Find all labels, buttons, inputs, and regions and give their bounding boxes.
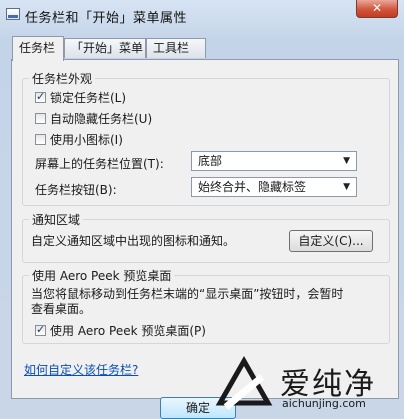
properties-window: 任务栏和「开始」菜单属性 ✕ 任务栏 「开始」菜单 工具栏 任务栏外观 锁定任务…: [0, 0, 404, 419]
lock-taskbar-label: 锁定任务栏(L): [50, 91, 127, 105]
watermark-logo-icon: [215, 355, 273, 410]
window-title: 任务栏和「开始」菜单属性: [25, 11, 188, 26]
watermark-url: aichunjing.com: [282, 397, 366, 410]
site-watermark: 爱纯净 aichunjing.com: [214, 355, 404, 413]
appearance-group: 任务栏外观 锁定任务栏(L) 自动隐藏任务栏(U) 使用小图标(I) 屏幕上的任…: [22, 70, 390, 206]
aero-peek-description-line2: 查看桌面。: [31, 302, 92, 316]
appearance-group-title: 任务栏外观: [29, 70, 96, 87]
buttons-dropdown[interactable]: 始终合并、隐藏标签 ▼: [191, 177, 357, 197]
title-bar[interactable]: 任务栏和「开始」菜单属性 ✕: [0, 0, 404, 30]
taskbar-icon: [6, 8, 20, 20]
small-icons-label: 使用小图标(I): [50, 133, 123, 147]
position-dropdown[interactable]: 底部 ▼: [191, 151, 357, 171]
notification-group: 通知区域 自定义通知区域中出现的图标和通知。 自定义(C)...: [22, 211, 390, 263]
small-icons-checkbox[interactable]: [35, 134, 46, 145]
tab-toolbars[interactable]: 工具栏: [146, 38, 206, 58]
dropdown-arrow-icon: ▼: [343, 156, 350, 166]
dropdown-arrow-icon: ▼: [343, 182, 350, 192]
small-icons-option[interactable]: 使用小图标(I): [35, 131, 123, 148]
customize-button[interactable]: 自定义(C)...: [289, 230, 373, 252]
autohide-checkbox[interactable]: [35, 113, 46, 124]
help-link[interactable]: 如何自定义该任务栏?: [24, 361, 138, 378]
aero-peek-group-title: 使用 Aero Peek 预览桌面: [29, 267, 175, 284]
buttons-value: 始终合并、隐藏标签: [198, 180, 307, 194]
notification-text: 自定义通知区域中出现的图标和通知。: [31, 234, 236, 248]
position-label: 屏幕上的任务栏位置(T):: [35, 157, 164, 171]
tab-start-menu[interactable]: 「开始」菜单: [64, 38, 146, 58]
aero-peek-label: 使用 Aero Peek 预览桌面(P): [50, 324, 206, 338]
aero-peek-option[interactable]: 使用 Aero Peek 预览桌面(P): [35, 322, 206, 339]
close-icon: ✕: [371, 1, 383, 15]
autohide-label: 自动隐藏任务栏(U): [50, 112, 153, 126]
autohide-option[interactable]: 自动隐藏任务栏(U): [35, 110, 152, 127]
notification-group-title: 通知区域: [29, 211, 84, 228]
buttons-label: 任务栏按钮(B):: [35, 183, 117, 197]
lock-taskbar-option[interactable]: 锁定任务栏(L): [35, 89, 126, 106]
position-value: 底部: [198, 154, 223, 168]
lock-taskbar-checkbox[interactable]: [35, 90, 46, 103]
close-button[interactable]: ✕: [356, 0, 398, 18]
aero-peek-checkbox[interactable]: [35, 323, 46, 336]
tab-taskbar[interactable]: 任务栏: [12, 36, 64, 61]
aero-peek-group: 使用 Aero Peek 预览桌面 当您将鼠标移动到任务栏末端的“显示桌面”按钮…: [22, 267, 390, 344]
tab-panel: 任务栏外观 锁定任务栏(L) 自动隐藏任务栏(U) 使用小图标(I) 屏幕上的任…: [11, 59, 399, 399]
